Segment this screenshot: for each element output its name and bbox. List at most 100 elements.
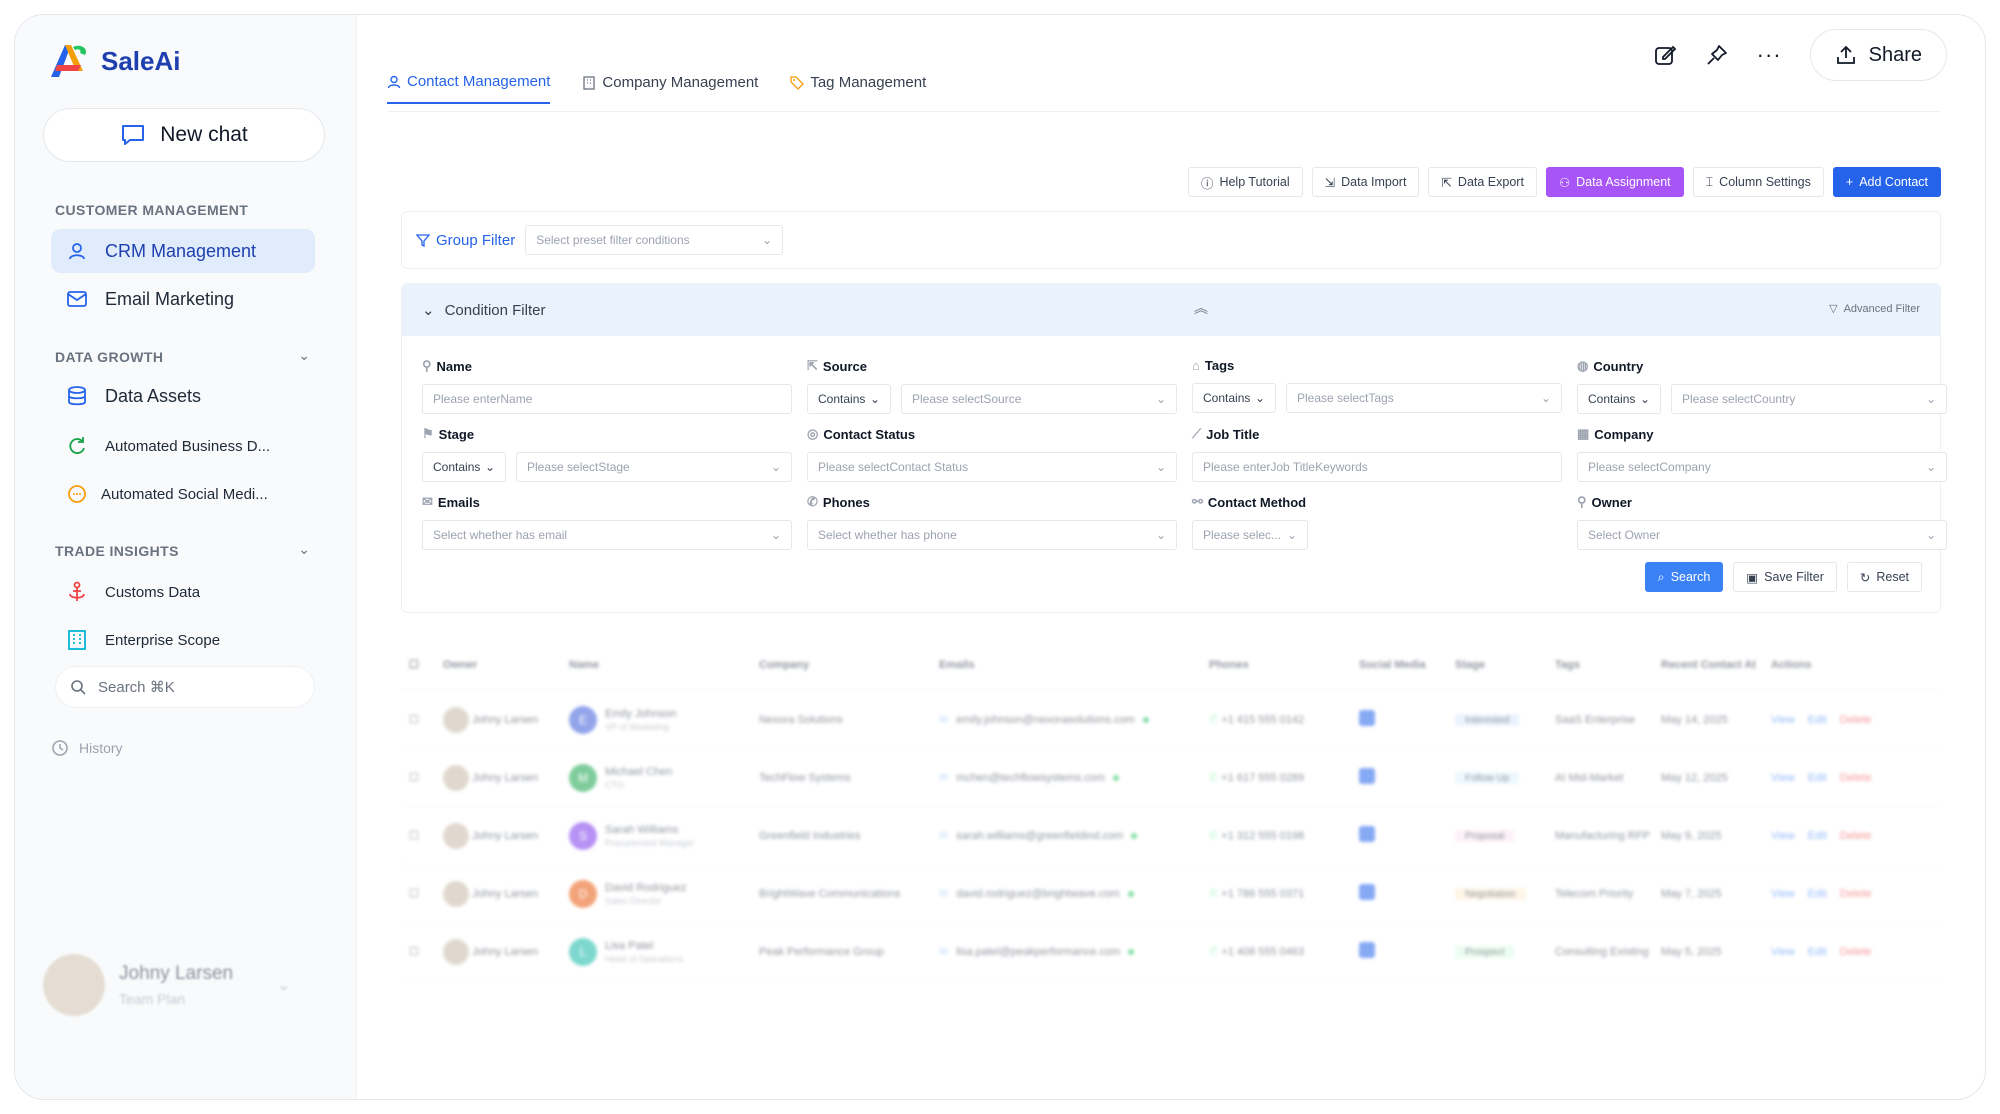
- add-contact-button[interactable]: + Add Contact: [1832, 167, 1941, 197]
- row-checkbox[interactable]: ☐: [401, 713, 435, 726]
- country-select[interactable]: Please selectCountry ⌄: [1671, 384, 1947, 414]
- app-logo[interactable]: SaleAi: [47, 41, 181, 81]
- col-phones[interactable]: Phones: [1201, 659, 1351, 671]
- name-input[interactable]: Please enterName: [422, 384, 792, 414]
- pin-icon[interactable]: [1705, 43, 1729, 67]
- source-select[interactable]: Please selectSource ⌄: [901, 384, 1177, 414]
- company-select[interactable]: Please selectCompany ⌄: [1577, 452, 1947, 482]
- social-cell[interactable]: [1351, 884, 1447, 903]
- sidebar-item-crm[interactable]: CRM Management: [51, 229, 315, 273]
- new-chat-button[interactable]: New chat: [43, 108, 325, 162]
- table-row[interactable]: ☐ Johny Larsen S Sarah Williams Procureme…: [401, 807, 1941, 865]
- view-link[interactable]: View: [1771, 946, 1795, 958]
- edit-link[interactable]: Edit: [1808, 714, 1827, 726]
- name-cell[interactable]: E Emily Johnson VP of Marketing: [561, 705, 751, 734]
- tags-operator-select[interactable]: Contains ⌄: [1192, 383, 1276, 413]
- col-emails[interactable]: Emails: [931, 659, 1201, 671]
- chevron-down-icon[interactable]: ⌄: [298, 541, 310, 558]
- delete-link[interactable]: Delete: [1840, 772, 1872, 784]
- chevron-down-icon[interactable]: ⌄: [277, 975, 290, 995]
- data-assignment-button[interactable]: ⚇ Data Assignment: [1545, 167, 1684, 197]
- row-checkbox[interactable]: ☐: [401, 945, 435, 958]
- help-tutorial-button[interactable]: ⓘ Help Tutorial: [1187, 167, 1303, 197]
- contact-method-select[interactable]: Please selec... ⌄: [1192, 520, 1308, 550]
- owner-select[interactable]: Select Owner ⌄: [1577, 520, 1947, 550]
- social-cell[interactable]: [1351, 710, 1447, 729]
- view-link[interactable]: View: [1771, 772, 1795, 784]
- col-owner[interactable]: Owner: [435, 659, 561, 671]
- stage-operator-select[interactable]: Contains ⌄: [422, 452, 506, 482]
- col-recent[interactable]: Recent Contact At: [1653, 659, 1763, 671]
- sidebar-search[interactable]: Search ⌘K: [55, 666, 315, 708]
- sidebar-item-enterprise[interactable]: Enterprise Scope: [51, 618, 315, 662]
- linkedin-icon[interactable]: [1359, 884, 1375, 900]
- preset-filter-select[interactable]: Select preset filter conditions ⌄: [525, 225, 784, 255]
- table-row[interactable]: ☐ Johny Larsen L Lisa Patel Head of Opera…: [401, 923, 1941, 981]
- data-export-button[interactable]: ⇱ Data Export: [1428, 167, 1537, 197]
- edit-link[interactable]: Edit: [1808, 946, 1827, 958]
- view-link[interactable]: View: [1771, 830, 1795, 842]
- share-button[interactable]: Share: [1809, 29, 1947, 81]
- row-checkbox[interactable]: ☐: [401, 829, 435, 842]
- advanced-filter-button[interactable]: ▽ Advanced Filter: [1829, 302, 1920, 316]
- sidebar-item-email[interactable]: Email Marketing: [51, 277, 315, 321]
- name-cell[interactable]: L Lisa Patel Head of Operations: [561, 937, 751, 966]
- name-cell[interactable]: S Sarah Williams Procurement Manager: [561, 821, 751, 850]
- job-title-input[interactable]: Please enterJob TitleKeywords: [1192, 452, 1562, 482]
- col-stage[interactable]: Stage: [1447, 659, 1547, 671]
- user-profile[interactable]: Johny Larsen Team Plan ⌄: [43, 945, 323, 1025]
- country-operator-select[interactable]: Contains ⌄: [1577, 384, 1661, 414]
- view-link[interactable]: View: [1771, 714, 1795, 726]
- col-tags[interactable]: Tags: [1547, 659, 1653, 671]
- social-cell[interactable]: [1351, 942, 1447, 961]
- chevron-down-icon[interactable]: ⌄: [298, 347, 310, 364]
- edit-link[interactable]: Edit: [1808, 772, 1827, 784]
- emails-select[interactable]: Select whether has email ⌄: [422, 520, 792, 550]
- delete-link[interactable]: Delete: [1840, 830, 1872, 842]
- edit-link[interactable]: Edit: [1808, 830, 1827, 842]
- sidebar-item-automated-social[interactable]: Automated Social Medi...: [51, 472, 315, 516]
- sidebar-item-data-assets[interactable]: Data Assets: [51, 374, 315, 418]
- table-row[interactable]: ☐ Johny Larsen D David Rodriguez Sales Di…: [401, 865, 1941, 923]
- linkedin-icon[interactable]: [1359, 710, 1375, 726]
- history-link[interactable]: History: [51, 739, 123, 757]
- edit-link[interactable]: Edit: [1808, 888, 1827, 900]
- edit-icon[interactable]: [1653, 43, 1677, 67]
- reset-button[interactable]: ↻ Reset: [1846, 562, 1922, 592]
- tab-tag-management[interactable]: Tag Management: [790, 73, 926, 104]
- sidebar-item-customs[interactable]: Customs Data: [51, 570, 315, 614]
- search-button[interactable]: ⌕ Search: [1644, 562, 1724, 592]
- linkedin-icon[interactable]: [1359, 942, 1375, 958]
- view-link[interactable]: View: [1771, 888, 1795, 900]
- row-checkbox[interactable]: ☐: [401, 887, 435, 900]
- social-cell[interactable]: [1351, 768, 1447, 787]
- linkedin-icon[interactable]: [1359, 768, 1375, 784]
- col-company[interactable]: Company: [751, 659, 931, 671]
- stage-select[interactable]: Please selectStage ⌄: [516, 452, 792, 482]
- col-name[interactable]: Name: [561, 659, 751, 671]
- save-filter-button[interactable]: ▣ Save Filter: [1733, 562, 1837, 592]
- social-cell[interactable]: [1351, 826, 1447, 845]
- linkedin-icon[interactable]: [1359, 826, 1375, 842]
- more-icon[interactable]: ···: [1757, 42, 1782, 68]
- col-social[interactable]: Social Media: [1351, 659, 1447, 671]
- data-import-button[interactable]: ⇲ Data Import: [1311, 167, 1420, 197]
- table-row[interactable]: ☐ Johny Larsen E Emily Johnson VP of Mark…: [401, 691, 1941, 749]
- tab-company-management[interactable]: Company Management: [582, 73, 758, 104]
- phones-select[interactable]: Select whether has phone ⌄: [807, 520, 1177, 550]
- delete-link[interactable]: Delete: [1840, 888, 1872, 900]
- contact-status-select[interactable]: Please selectContact Status ⌄: [807, 452, 1177, 482]
- column-settings-button[interactable]: ⌶ Column Settings: [1692, 167, 1824, 197]
- sidebar-item-automated-business[interactable]: Automated Business D...: [51, 424, 315, 468]
- tags-select[interactable]: Please selectTags ⌄: [1286, 383, 1562, 413]
- condition-filter-header[interactable]: ⌄ Condition Filter ︽ ▽ Advanced Filter: [402, 284, 1940, 336]
- source-operator-select[interactable]: Contains ⌄: [807, 384, 891, 414]
- tab-contact-management[interactable]: Contact Management: [387, 73, 551, 104]
- collapse-icon[interactable]: ︽: [1194, 298, 1208, 318]
- row-checkbox[interactable]: ☐: [401, 771, 435, 784]
- name-cell[interactable]: D David Rodriguez Sales Director: [561, 879, 751, 908]
- select-all-checkbox[interactable]: ☐: [401, 658, 435, 671]
- table-row[interactable]: ☐ Johny Larsen M Michael Chen CTO TechFlo…: [401, 749, 1941, 807]
- name-cell[interactable]: M Michael Chen CTO: [561, 763, 751, 792]
- delete-link[interactable]: Delete: [1840, 714, 1872, 726]
